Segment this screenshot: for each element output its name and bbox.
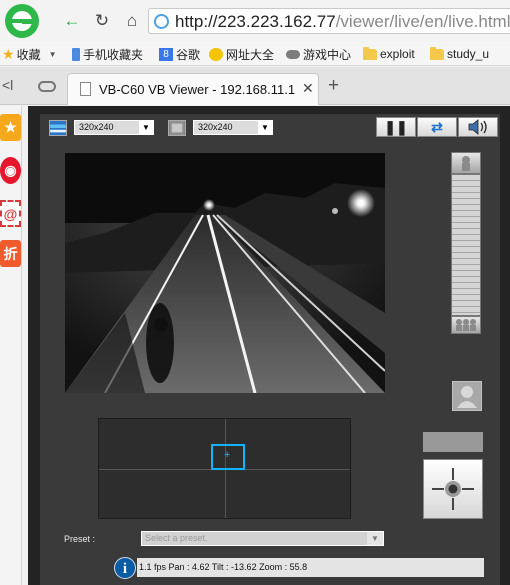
home-position-button[interactable] (423, 459, 483, 519)
view-frame-indicator[interactable]: + (211, 444, 245, 470)
google-icon: 8 (159, 47, 173, 61)
bookmark-favorites[interactable]: ★ 收藏 ▼ (2, 45, 57, 63)
browser-logo-icon[interactable] (2, 2, 42, 40)
gamepad-icon (286, 49, 300, 59)
status-bar: 1.1 fps Pan : 4.62 Tilt : -13.62 Zoom : … (137, 558, 484, 577)
pause-button[interactable]: ❚❚ (376, 117, 416, 137)
tab-vb-viewer[interactable]: VB-C60 VB Viewer - 192.168.11.10 ✕ (67, 73, 319, 105)
bookmark-game-center[interactable]: 游戏中心 (286, 45, 351, 63)
bookmark-mobile-favorites[interactable]: 手机收藏夹 (72, 45, 143, 63)
bookmark-study[interactable]: study_u (430, 45, 489, 63)
chevron-down-icon: ▼ (139, 121, 153, 134)
cloud-icon[interactable] (38, 81, 56, 92)
star-icon[interactable]: ★ (0, 114, 21, 141)
person-icon (457, 386, 477, 408)
tab-bar: <l VB-C60 VB Viewer - 192.168.11.10 ✕ + (0, 67, 510, 105)
chevron-down-icon: ▼ (48, 49, 57, 59)
pause-icon: ❚❚ (384, 118, 408, 135)
speaker-icon (468, 119, 487, 135)
tab-title: VB-C60 VB Viewer - 192.168.11.10 (99, 82, 295, 97)
camera-control-button[interactable] (452, 381, 482, 411)
crosshair-icon: + (224, 449, 231, 461)
bookmark-google[interactable]: 8 谷歌 (159, 45, 200, 63)
address-input[interactable]: http://223.223.162.77/viewer/live/en/liv… (148, 8, 510, 34)
chevron-down-icon: ▼ (367, 532, 383, 545)
swap-arrows-icon: ⇄ (431, 118, 443, 135)
preset-select[interactable]: Select a preset. ▼ (141, 531, 384, 546)
browser-toolbar: ← ↻ ⌂ http://223.223.162.77/viewer/live/… (0, 0, 510, 42)
backlight-bar (423, 432, 483, 452)
zoom-slider[interactable] (451, 152, 481, 334)
new-tab-icon[interactable]: + (328, 75, 339, 97)
railway-night-scene (65, 153, 385, 393)
close-icon[interactable]: ✕ (302, 80, 314, 97)
audio-button[interactable] (458, 117, 498, 137)
info-icon[interactable]: i (114, 557, 136, 579)
preset-label: Preset : (64, 534, 96, 544)
weibo-icon[interactable]: ◉ (0, 157, 21, 184)
zoom-out-button[interactable] (451, 316, 481, 334)
url-text: http://223.223.162.77/viewer/live/en/liv… (175, 12, 510, 31)
folder-icon (363, 46, 377, 60)
bookmark-web-directory[interactable]: 网址大全 (209, 45, 274, 63)
mail-icon[interactable]: @ (0, 200, 21, 227)
bookmark-exploit[interactable]: exploit (363, 45, 415, 63)
zoom-out-icon (456, 319, 476, 331)
tab-scroll-back-icon[interactable]: <l (2, 77, 13, 93)
reload-icon[interactable]: ↻ (90, 10, 114, 32)
target-icon (432, 468, 474, 510)
back-icon[interactable]: ← (60, 10, 84, 32)
zoom-in-icon (462, 156, 470, 171)
pan-tilt-pad[interactable]: + (98, 418, 351, 519)
site-info-icon[interactable] (154, 14, 169, 29)
live-video-feed[interactable] (65, 153, 385, 393)
zoom-in-button[interactable] (451, 152, 481, 174)
directory-icon (209, 47, 223, 61)
chevron-down-icon: ▼ (258, 121, 272, 134)
folder-icon (430, 46, 444, 60)
mono-mode-icon[interactable] (168, 120, 186, 136)
star-icon: ★ (2, 45, 15, 62)
color-mode-icon[interactable] (49, 120, 67, 136)
discount-icon[interactable]: 折 (0, 240, 21, 267)
color-resolution-select[interactable]: 320x240 ▼ (74, 120, 154, 135)
zoom-track[interactable] (451, 174, 481, 316)
phone-icon (72, 47, 80, 61)
switch-stream-button[interactable]: ⇄ (417, 117, 457, 137)
home-icon[interactable]: ⌂ (120, 10, 144, 32)
browser-sidebar: ★ ◉ @ 折 (0, 106, 22, 585)
bookmarks-bar: ★ 收藏 ▼ 手机收藏夹 8 谷歌 网址大全 游戏中心 exploit stud… (0, 42, 510, 66)
mono-resolution-select[interactable]: 320x240 ▼ (193, 120, 273, 135)
page-icon (80, 82, 91, 96)
